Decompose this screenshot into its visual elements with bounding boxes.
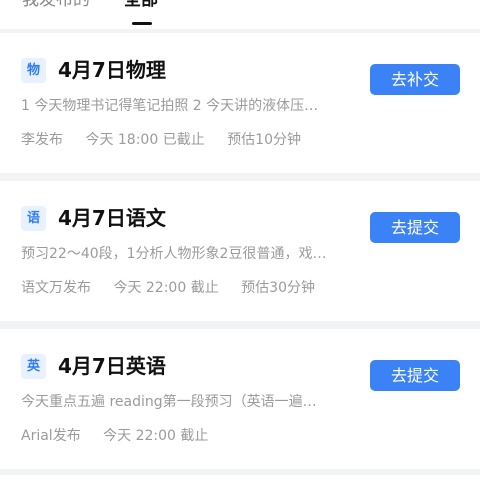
deadline-label: 今天 22:00 截止 xyxy=(103,428,209,444)
resubmit-button[interactable]: 去补交 xyxy=(370,64,460,95)
assignment-card-physics[interactable]: 物 4月7日物理 去补交 1 今天物理书记得笔记拍照 2 今天讲的液体压… 李发… xyxy=(0,33,480,173)
deadline-label: 今天 22:00 截止 xyxy=(113,280,219,296)
chinese-subject-icon: 语 xyxy=(21,206,46,231)
submit-button[interactable]: 去提交 xyxy=(370,212,460,243)
active-tab-indicator xyxy=(132,22,152,25)
assignment-description: 今天重点五遍 reading第一段预习（英语一遍… xyxy=(21,394,317,410)
deadline-label: 今天 18:00 已截止 xyxy=(85,132,205,148)
assignment-meta: 语文万发布 今天 22:00 截止 预估30分钟 xyxy=(21,277,333,299)
tab-bar: 我发布的 全部 xyxy=(0,0,480,29)
tab-my-published[interactable]: 我发布的 xyxy=(22,0,90,12)
physics-subject-icon: 物 xyxy=(21,58,46,83)
submit-button[interactable]: 去提交 xyxy=(370,360,460,391)
assignment-description: 1 今天物理书记得笔记拍照 2 今天讲的液体压… xyxy=(21,98,319,114)
publisher-label: 语文万发布 xyxy=(21,280,91,296)
estimate-label: 预估10分钟 xyxy=(227,132,301,148)
assignment-title: 4月7日物理 xyxy=(58,58,166,82)
tab-all[interactable]: 全部 xyxy=(124,0,158,12)
estimate-label: 预估30分钟 xyxy=(241,280,315,296)
assignment-description: 预习22～40段，1分析人物形象2豆很普通，戏… xyxy=(21,246,327,262)
english-subject-icon: 英 xyxy=(21,354,46,379)
assignment-meta: 李发布 今天 18:00 已截止 预估10分钟 xyxy=(21,129,319,151)
assignment-card-english[interactable]: 英 4月7日英语 去提交 今天重点五遍 reading第一段预习（英语一遍… A… xyxy=(0,329,480,469)
assignment-card-chinese[interactable]: 语 4月7日语文 去提交 预习22～40段，1分析人物形象2豆很普通，戏… 语文… xyxy=(0,181,480,321)
assignment-title: 4月7日语文 xyxy=(58,206,166,230)
next-assignment-card-partial[interactable] xyxy=(0,475,480,480)
publisher-label: 李发布 xyxy=(21,132,63,148)
assignment-title: 4月7日英语 xyxy=(58,354,166,378)
assignment-meta: Arial发布 今天 22:00 截止 xyxy=(21,425,226,447)
publisher-label: Arial发布 xyxy=(21,428,81,444)
assignment-list-screen: 我发布的 全部 物 4月7日物理 去补交 1 今天物理书记得笔记拍照 2 今天讲… xyxy=(0,0,480,480)
